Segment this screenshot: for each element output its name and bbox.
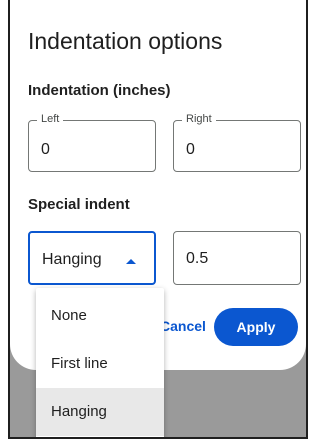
menu-item-label: First line	[51, 355, 108, 372]
right-indent-label: Right	[182, 113, 216, 125]
left-indent-value[interactable]: 0	[41, 141, 50, 159]
menu-item-label: None	[51, 307, 87, 324]
triangle-up-icon	[126, 259, 136, 264]
window-frame: Indentation options Indentation (inches)…	[8, 0, 308, 439]
left-indent-label: Left	[37, 113, 64, 125]
left-indent-field[interactable]: Left 0	[28, 113, 156, 172]
special-indent-select-value: Hanging	[42, 251, 102, 268]
menu-item-none[interactable]: None	[36, 292, 164, 340]
indentation-heading: Indentation (inches)	[28, 82, 171, 99]
special-indent-heading: Special indent	[28, 196, 130, 213]
right-indent-field[interactable]: Right 0	[173, 113, 301, 172]
special-indent-dropdown-menu: None First line Hanging	[36, 288, 164, 437]
menu-item-hanging[interactable]: Hanging	[36, 388, 164, 436]
special-indent-select[interactable]: Hanging	[28, 231, 156, 285]
cancel-button[interactable]: Cancel	[160, 318, 206, 334]
apply-button[interactable]: Apply	[214, 308, 298, 346]
menu-item-first-line[interactable]: First line	[36, 340, 164, 388]
special-indent-amount-field[interactable]: 0.5	[173, 231, 301, 285]
special-indent-amount-value[interactable]: 0.5	[186, 250, 208, 268]
dialog-title: Indentation options	[28, 28, 223, 54]
menu-item-label: Hanging	[51, 403, 107, 420]
right-indent-value[interactable]: 0	[186, 141, 195, 159]
